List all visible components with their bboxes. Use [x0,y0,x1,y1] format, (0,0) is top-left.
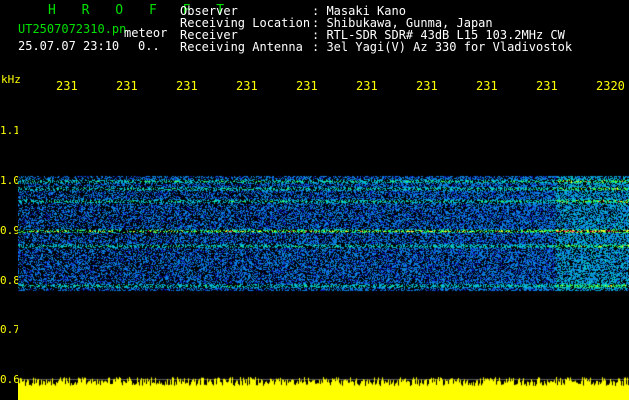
x-tick-label: 231 [236,79,258,93]
x-tick-label: 231 [56,79,78,93]
y-tick-label: 1.1 [0,124,20,138]
y-tick-label: 0.9 [0,223,20,237]
x-tick-label: 231 [416,79,438,93]
x-tick-label: 231 [476,79,498,93]
mode-label: meteor [124,26,168,40]
counter: 0.. [138,39,160,53]
spectrogram-canvas [18,94,629,400]
x-tick-label: 231 [296,79,318,93]
x-tick-label: 231 [116,79,138,93]
y-tick-label: 1.0 [0,174,20,187]
datetime: 25.07.07 23:10 [18,39,120,53]
y-tick-label: 0.7 [0,323,20,337]
antenna-label: Receiving Antenna [180,40,303,54]
x-tick-label: 2320 [596,79,625,93]
y-tick-label: 0.8 [0,273,20,287]
file-name: UT2507072310.pn [18,22,127,36]
y-tick-label: 0.6 [0,373,20,386]
x-tick-label: 231 [536,79,558,93]
x-tick-label: 231 [176,79,198,93]
spectrogram [18,94,629,400]
x-tick-label: 231 [356,79,378,93]
y-axis-label: kHz [1,73,21,86]
antenna-value: : 3el Yagi(V) Az 330 for Vladivostok [312,40,573,54]
